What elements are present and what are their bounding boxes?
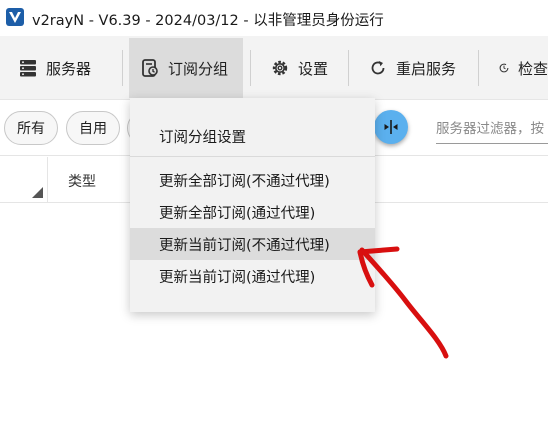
menu-item-update-all-via-proxy[interactable]: 更新全部订阅(通过代理) (130, 196, 375, 228)
toolbar: 服务器 订阅分组 设置 重启服务 检查 (0, 36, 548, 100)
toolbar-divider (122, 50, 123, 86)
filter-chip-all[interactable]: 所有 (4, 111, 58, 145)
menu-divider (130, 156, 375, 157)
server-icon (20, 60, 36, 77)
select-all-corner-icon[interactable] (32, 187, 43, 198)
restart-service-button[interactable]: 重启服务 (368, 38, 468, 98)
column-divider[interactable] (47, 157, 48, 203)
menu-item-label: 更新当前订阅(不通过代理) (159, 237, 330, 254)
update-icon (499, 63, 509, 73)
menu-item-update-all-no-proxy[interactable]: 更新全部订阅(不通过代理) (130, 164, 375, 196)
menu-item-update-current-no-proxy[interactable]: 更新当前订阅(不通过代理) (130, 228, 375, 260)
gear-icon (272, 60, 288, 76)
check-update-label: 检查 (517, 59, 548, 78)
restart-icon (371, 61, 385, 75)
servers-button[interactable]: 服务器 (18, 38, 118, 98)
servers-label: 服务器 (46, 59, 92, 78)
menu-item-subscription-settings[interactable]: 订阅分组设置 (130, 120, 375, 152)
column-header-type[interactable]: 类型 (68, 171, 96, 191)
window-title: v2rayN - V6.39 - 2024/03/12 - 以非管理员身份运行 (32, 13, 384, 29)
restart-service-label: 重启服务 (396, 59, 457, 78)
filter-chip-label: 自用 (79, 121, 107, 137)
subscription-icon (142, 59, 158, 77)
menu-item-update-current-via-proxy[interactable]: 更新当前订阅(通过代理) (130, 260, 375, 292)
toolbar-divider (478, 50, 479, 86)
check-update-button[interactable]: 检查 (498, 38, 548, 98)
menu-item-label: 更新全部订阅(不通过代理) (159, 173, 330, 190)
split-view-button[interactable] (374, 110, 408, 144)
subscription-group-label: 订阅分组 (168, 59, 229, 78)
v2rayn-logo-icon (6, 8, 24, 26)
filter-chip-label: 所有 (17, 121, 45, 137)
server-filter-placeholder: 服务器过滤器，按 (436, 120, 544, 137)
settings-label: 设置 (298, 59, 329, 78)
filter-chip-custom[interactable]: 自用 (66, 111, 120, 145)
menu-item-label: 更新全部订阅(通过代理) (159, 205, 316, 222)
toolbar-divider (250, 50, 251, 86)
title-bar: v2rayN - V6.39 - 2024/03/12 - 以非管理员身份运行 (0, 0, 548, 36)
subscription-group-button[interactable]: 订阅分组 (129, 38, 243, 98)
toolbar-divider (348, 50, 349, 86)
server-filter-input[interactable]: 服务器过滤器，按 (436, 110, 548, 144)
subscription-group-menu: 订阅分组设置 更新全部订阅(不通过代理) 更新全部订阅(通过代理) 更新当前订阅… (130, 98, 375, 312)
settings-button[interactable]: 设置 (270, 38, 340, 98)
menu-item-label: 更新当前订阅(通过代理) (159, 269, 316, 286)
menu-item-label: 订阅分组设置 (159, 129, 246, 146)
split-arrows-icon (384, 120, 398, 134)
